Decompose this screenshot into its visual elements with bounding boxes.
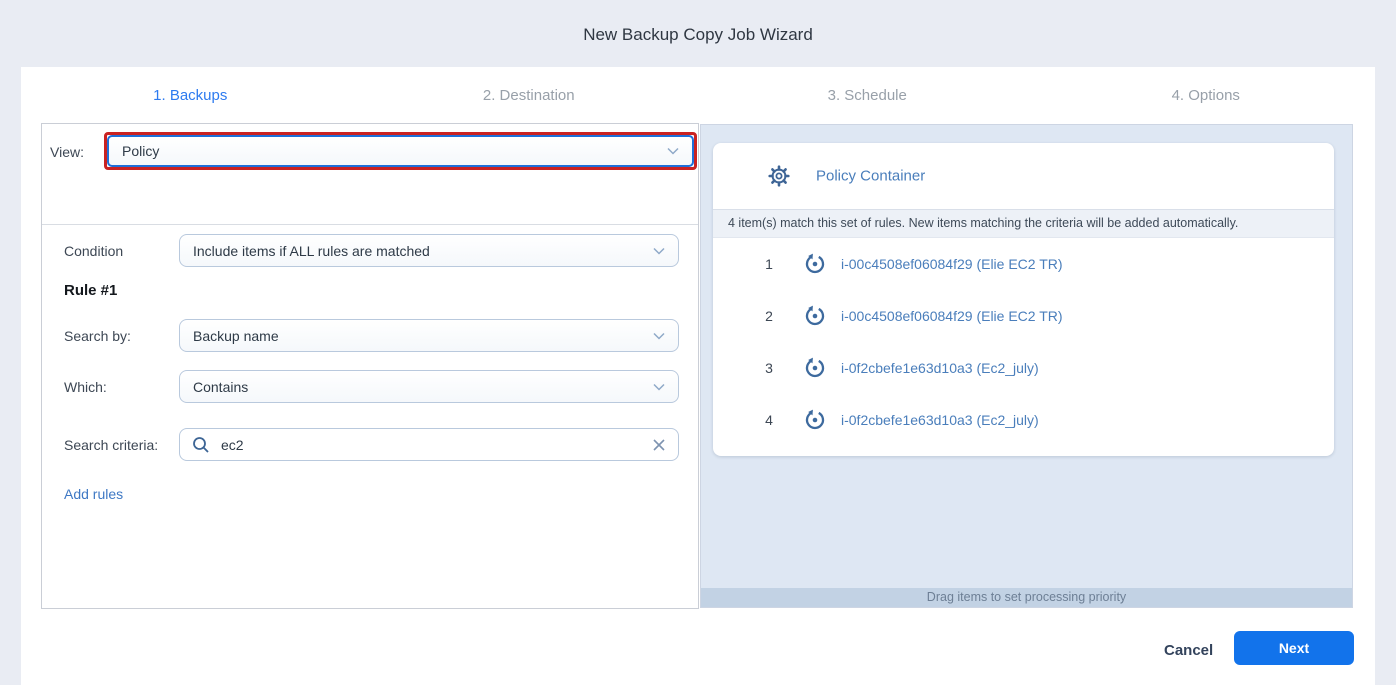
item-priority-number: 1 xyxy=(762,256,776,272)
item-label: i-0f2cbefe1e63d10a3 (Ec2_july) xyxy=(841,360,1039,376)
item-label: i-0f2cbefe1e63d10a3 (Ec2_july) xyxy=(841,412,1039,428)
search-icon xyxy=(191,435,211,455)
tab-destination[interactable]: 2. Destination xyxy=(360,67,699,123)
search-criteria-box xyxy=(179,428,679,461)
which-dropdown-value: Contains xyxy=(193,379,248,395)
cancel-button[interactable]: Cancel xyxy=(1164,637,1213,664)
policy-container-header: Policy Container xyxy=(713,143,1334,210)
wizard-steps: 1. Backups 2. Destination 3. Schedule 4.… xyxy=(21,67,1375,123)
policy-container-card: Policy Container 4 item(s) match this se… xyxy=(713,143,1334,456)
chevron-down-icon xyxy=(651,328,667,344)
restore-point-icon xyxy=(803,252,827,276)
restore-point-icon xyxy=(803,408,827,432)
panel-divider xyxy=(42,224,698,225)
item-priority-number: 3 xyxy=(762,360,776,376)
item-label: i-00c4508ef06084f29 (Elie EC2 TR) xyxy=(841,256,1063,272)
list-item[interactable]: 3 i-0f2cbefe1e63d10a3 (Ec2_july) xyxy=(713,342,1334,394)
condition-label: Condition xyxy=(64,243,123,259)
policy-container-panel: Policy Container 4 item(s) match this se… xyxy=(700,124,1353,608)
add-rules-link[interactable]: Add rules xyxy=(64,486,123,502)
condition-dropdown-value: Include items if ALL rules are matched xyxy=(193,243,430,259)
policy-container-title: Policy Container xyxy=(816,168,925,185)
condition-dropdown[interactable]: Include items if ALL rules are matched xyxy=(179,234,679,267)
view-label: View: xyxy=(50,144,84,160)
list-item[interactable]: 4 i-0f2cbefe1e63d10a3 (Ec2_july) xyxy=(713,394,1334,446)
item-priority-number: 4 xyxy=(762,412,776,428)
page-title: New Backup Copy Job Wizard xyxy=(0,25,1396,45)
matched-items-list: 1 i-00c4508ef06084f29 (Elie EC2 TR) 2 xyxy=(713,238,1334,446)
chevron-down-icon xyxy=(651,243,667,259)
drag-priority-hint: Drag items to set processing priority xyxy=(701,588,1352,607)
tab-backups[interactable]: 1. Backups xyxy=(21,67,360,123)
view-dropdown-highlight: Policy xyxy=(104,132,697,170)
search-criteria-input[interactable] xyxy=(221,429,644,460)
tab-schedule[interactable]: 3. Schedule xyxy=(698,67,1037,123)
gear-icon xyxy=(767,164,791,188)
list-item[interactable]: 1 i-00c4508ef06084f29 (Elie EC2 TR) xyxy=(713,238,1334,290)
match-count-banner: 4 item(s) match this set of rules. New i… xyxy=(713,210,1334,238)
search-by-dropdown-value: Backup name xyxy=(193,328,279,344)
chevron-down-icon xyxy=(665,143,681,159)
search-criteria-label: Search criteria: xyxy=(64,437,158,453)
tab-options[interactable]: 4. Options xyxy=(1037,67,1376,123)
item-label: i-00c4508ef06084f29 (Elie EC2 TR) xyxy=(841,308,1063,324)
restore-point-icon xyxy=(803,304,827,328)
search-by-dropdown[interactable]: Backup name xyxy=(179,319,679,352)
close-icon[interactable] xyxy=(651,437,667,453)
view-dropdown[interactable]: Policy xyxy=(107,135,694,167)
view-dropdown-value: Policy xyxy=(122,143,159,159)
chevron-down-icon xyxy=(651,379,667,395)
restore-point-icon xyxy=(803,356,827,380)
wizard-card: 1. Backups 2. Destination 3. Schedule 4.… xyxy=(21,67,1375,685)
next-button[interactable]: Next xyxy=(1234,631,1354,665)
which-label: Which: xyxy=(64,379,107,395)
search-by-label: Search by: xyxy=(64,328,131,344)
list-item[interactable]: 2 i-00c4508ef06084f29 (Elie EC2 TR) xyxy=(713,290,1334,342)
which-dropdown[interactable]: Contains xyxy=(179,370,679,403)
rule-title: Rule #1 xyxy=(64,282,117,299)
rules-panel: View: Policy Condition Include items if … xyxy=(41,123,699,609)
item-priority-number: 2 xyxy=(762,308,776,324)
